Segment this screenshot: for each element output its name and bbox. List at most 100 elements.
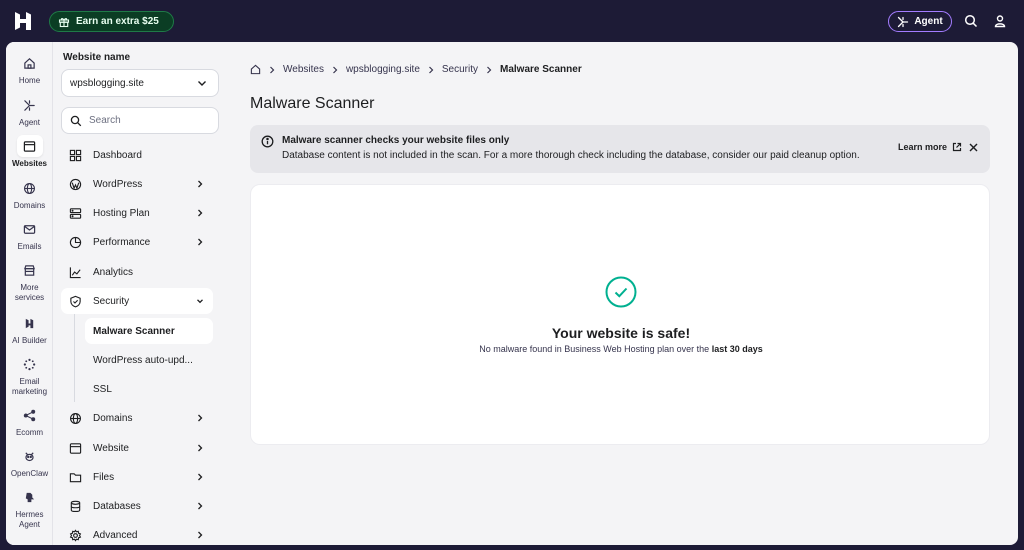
rail-label: Emails — [17, 242, 42, 251]
sidebar-item-performance[interactable]: Performance — [61, 229, 213, 255]
sidebar-item-hosting-plan[interactable]: Hosting Plan — [61, 200, 213, 226]
hostinger-logo-icon[interactable] — [12, 10, 34, 32]
sidebar-item-label: Databases — [93, 500, 141, 512]
breadcrumb-websites[interactable]: Websites — [283, 64, 324, 75]
agent-label: Agent — [914, 16, 943, 27]
rail-item-domains[interactable]: Domains — [6, 177, 53, 211]
agent-sparkle-icon — [898, 16, 909, 27]
ai-builder-icon — [25, 318, 34, 328]
rail-item-agent[interactable]: Agent — [6, 94, 53, 128]
rail-item-email-marketing[interactable]: Email marketing — [6, 353, 53, 397]
sidebar-subitem-label: Malware Scanner — [93, 325, 175, 337]
home-icon — [24, 57, 35, 69]
hermes-icon — [25, 492, 35, 502]
browser-window-icon — [69, 442, 81, 454]
rail-label: Domains — [13, 201, 46, 210]
sidebar-item-label: Files — [93, 471, 115, 483]
rail-item-emails[interactable]: Emails — [6, 218, 53, 252]
breadcrumb-current: Malware Scanner — [500, 64, 582, 75]
sidebar-subitem-malware-scanner[interactable]: Malware Scanner — [85, 318, 213, 344]
sidebar-item-label: Performance — [93, 236, 151, 248]
home-icon[interactable] — [250, 64, 261, 75]
sidebar-subitem-ssl[interactable]: SSL — [85, 376, 213, 402]
page-title: Malware Scanner — [250, 95, 375, 112]
chevron-right-icon — [198, 444, 203, 452]
sidebar-item-label: Website — [93, 442, 129, 454]
sidebar-item-label: Hosting Plan — [93, 207, 150, 219]
scan-result-card: Your website is safe! No malware found i… — [250, 184, 990, 445]
sidebar-search[interactable] — [61, 107, 219, 134]
top-bar: Earn an extra $25 Agent — [0, 0, 1024, 42]
rail-item-hermes-agent[interactable]: Hermes Agent — [6, 486, 53, 530]
rail-label: OpenClaw — [10, 469, 49, 478]
search-button[interactable] — [960, 10, 982, 32]
sidebar-item-wordpress[interactable]: WordPress — [61, 171, 213, 197]
chevron-right-icon — [198, 180, 203, 188]
info-alert: Malware scanner checks your website file… — [250, 125, 990, 173]
sidebar-subitem-label: WordPress auto-upd... — [93, 354, 193, 366]
earn-extra-button[interactable]: Earn an extra $25 — [49, 11, 174, 32]
rail-label: Email marketing — [11, 377, 48, 396]
rail-item-openclaw[interactable]: OpenClaw — [6, 445, 53, 479]
pie-chart-icon — [69, 236, 81, 248]
sidebar-item-label: Dashboard — [93, 149, 142, 161]
website-select-value: wpsblogging.site — [70, 77, 144, 89]
breadcrumb-security[interactable]: Security — [442, 64, 478, 75]
website-select[interactable]: wpsblogging.site — [61, 69, 219, 97]
account-button[interactable] — [989, 10, 1011, 32]
rail-item-websites[interactable]: Websites — [6, 135, 53, 169]
claw-icon — [25, 451, 34, 461]
chevron-right-icon — [333, 66, 338, 73]
learn-more-link[interactable]: Learn more — [898, 142, 962, 152]
share-nodes-icon — [23, 409, 36, 421]
sidebar-item-dashboard[interactable]: Dashboard — [61, 142, 213, 168]
result-desc-text: No malware found in Business Web Hosting… — [479, 344, 710, 354]
sidebar-item-label: Security — [93, 295, 130, 307]
sidebar-item-analytics[interactable]: Analytics — [61, 259, 213, 285]
sidebar-item-files[interactable]: Files — [61, 464, 213, 490]
rail-label: More services — [14, 283, 45, 302]
chevron-right-icon — [198, 238, 203, 246]
info-icon — [261, 135, 274, 148]
rail-item-more-services[interactable]: More services — [6, 259, 53, 303]
shield-check-icon — [69, 295, 81, 307]
sidebar-item-label: Domains — [93, 412, 133, 424]
sidebar-item-domains[interactable]: Domains — [61, 405, 213, 431]
learn-more-label: Learn more — [898, 142, 948, 152]
breadcrumb-site[interactable]: wpsblogging.site — [346, 64, 420, 75]
chevron-right-icon — [198, 414, 203, 422]
rail-label: Agent — [19, 118, 40, 127]
close-icon[interactable] — [968, 142, 979, 153]
rail-label: AI Builder — [12, 336, 47, 345]
website-sidebar: Website name wpsblogging.site Dashboard … — [53, 42, 228, 545]
agent-sparkle-icon — [24, 99, 35, 111]
folder-icon — [69, 472, 81, 482]
rail-item-home[interactable]: Home — [6, 52, 53, 86]
sidebar-item-security[interactable]: Security — [61, 288, 213, 314]
alert-title: Malware scanner checks your website file… — [282, 135, 510, 146]
globe-icon — [69, 412, 81, 424]
rail-label: Hermes Agent — [15, 510, 44, 529]
primary-rail: Home Agent Websites Domains Emails More … — [6, 42, 53, 545]
agent-button[interactable]: Agent — [888, 11, 952, 32]
database-icon — [70, 500, 80, 512]
sidebar-search-input[interactable] — [89, 115, 209, 126]
chevron-right-icon — [198, 473, 203, 481]
rail-item-ecomm[interactable]: Ecomm — [6, 404, 53, 438]
website-name-label: Website name — [63, 52, 131, 63]
rail-item-ai-builder[interactable]: AI Builder — [6, 312, 53, 346]
browser-window-icon — [23, 140, 36, 152]
rail-label: Ecomm — [15, 428, 44, 437]
mail-icon — [23, 224, 36, 234]
sidebar-item-databases[interactable]: Databases — [61, 493, 213, 519]
chevron-right-icon — [270, 66, 275, 73]
sidebar-subitem-wordpress-auto-updates[interactable]: WordPress auto-upd... — [85, 347, 213, 373]
earn-extra-label: Earn an extra $25 — [76, 16, 159, 27]
sidebar-item-website[interactable]: Website — [61, 435, 213, 461]
result-description: No malware found in Business Web Hosting… — [251, 344, 991, 354]
sidebar-item-advanced[interactable]: Advanced — [61, 522, 213, 545]
gear-icon — [69, 528, 81, 542]
gift-icon — [58, 17, 70, 27]
result-period: last 30 days — [711, 344, 763, 354]
search-icon — [964, 14, 978, 28]
